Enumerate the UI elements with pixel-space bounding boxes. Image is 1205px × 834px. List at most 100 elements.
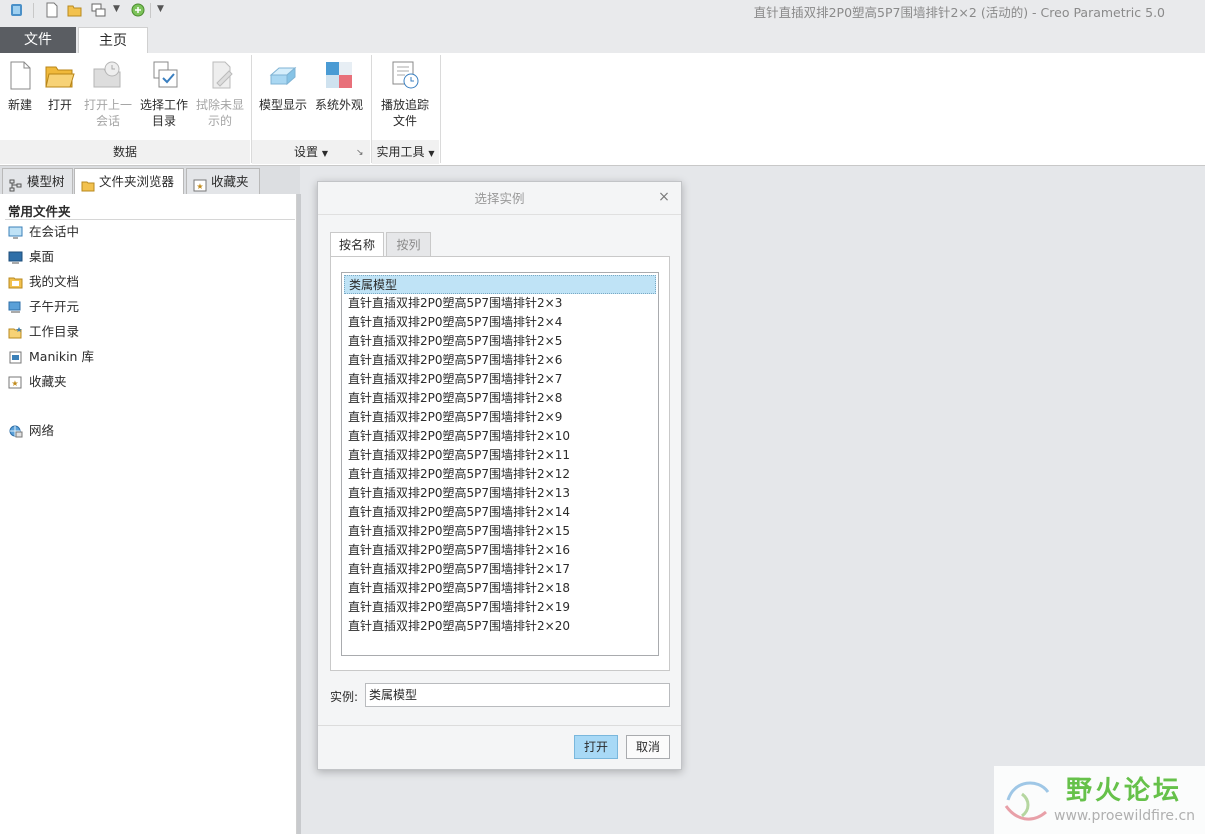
model-tree-icon <box>9 175 23 192</box>
close-icon[interactable]: × <box>657 190 671 204</box>
group-label-settings: 设置 <box>294 145 319 159</box>
group-divider <box>440 55 441 163</box>
list-item[interactable]: 直针直插双排2P0塑高5P7围墙排针2×7 <box>344 370 656 389</box>
list-item[interactable]: 直针直插双排2P0塑高5P7围墙排针2×11 <box>344 446 656 465</box>
app-icon[interactable] <box>9 2 25 18</box>
new-icon[interactable] <box>44 2 60 18</box>
open-button[interactable]: 打开 <box>574 735 618 759</box>
open-icon[interactable] <box>67 2 83 18</box>
last-session-icon <box>92 59 124 91</box>
folder-item-in-session[interactable]: 在会话中 <box>8 222 79 242</box>
list-item[interactable]: 直针直插双排2P0塑高5P7围墙排针2×20 <box>344 617 656 636</box>
model-display-icon <box>267 59 299 91</box>
dialog-divider <box>318 725 681 726</box>
window-title: 直针直插双排2P0塑高5P7围墙排针2×2 (活动的) - Creo Param… <box>753 5 1165 20</box>
monitor-icon <box>8 225 23 239</box>
ribbon-tab-row <box>0 22 1205 54</box>
new-button[interactable]: 新建 <box>3 53 37 113</box>
windows-icon[interactable] <box>91 2 107 18</box>
list-item[interactable]: 直针直插双排2P0塑高5P7围墙排针2×9 <box>344 408 656 427</box>
list-item[interactable]: 直针直插双排2P0塑高5P7围墙排针2×12 <box>344 465 656 484</box>
open-last-session-button[interactable]: 打开上一会话 <box>82 53 134 129</box>
erase-icon <box>204 59 236 91</box>
favorites-tab-icon: ★ <box>193 175 207 192</box>
folder-item-computer[interactable]: 子午开元 <box>8 297 79 317</box>
tab-by-column[interactable]: 按列 <box>386 232 431 256</box>
folder-item-manikin-library[interactable]: Manikin 库 <box>8 347 94 367</box>
tab-home[interactable]: 主页 <box>78 27 148 54</box>
desktop-icon <box>8 250 23 264</box>
divider <box>5 219 295 220</box>
regenerate-icon[interactable] <box>130 2 146 18</box>
ribbon: 新建 打开 打开上一会话 选择工作目录 拭除未显示的 数据 模型显示 系统外观 … <box>0 53 1205 166</box>
list-item[interactable]: 直针直插双排2P0塑高5P7围墙排针2×13 <box>344 484 656 503</box>
list-item[interactable]: 直针直插双排2P0塑高5P7围墙排针2×16 <box>344 541 656 560</box>
model-display-button[interactable]: 模型显示 <box>256 53 310 113</box>
customize-icon[interactable]: ▼ <box>157 4 164 14</box>
group-label-data: 数据 <box>0 140 250 164</box>
watermark-url: www.proewildfire.cn <box>1054 808 1196 824</box>
list-item[interactable]: 直针直插双排2P0塑高5P7围墙排针2×15 <box>344 522 656 541</box>
dialog-launcher-icon[interactable]: ↘ <box>356 148 364 158</box>
network-icon <box>8 424 23 438</box>
folder-item-desktop[interactable]: 桌面 <box>8 247 54 267</box>
library-icon <box>8 350 23 364</box>
dialog-title: 选择实例 <box>318 182 681 215</box>
toolbar-divider <box>33 3 34 18</box>
chevron-down-icon: ▼ <box>321 149 328 158</box>
instance-field[interactable]: 类属模型 <box>365 683 670 707</box>
open-button[interactable]: 打开 <box>43 53 77 113</box>
list-item[interactable]: 直针直插双排2P0塑高5P7围墙排针2×5 <box>344 332 656 351</box>
watermark-logo-icon <box>998 772 1060 833</box>
list-item[interactable]: 直针直插双排2P0塑高5P7围墙排针2×3 <box>344 294 656 313</box>
list-item[interactable]: 直针直插双排2P0塑高5P7围墙排针2×4 <box>344 313 656 332</box>
open-folder-icon <box>44 59 76 91</box>
panel-splitter[interactable] <box>297 194 301 834</box>
system-appearance-button[interactable]: 系统外观 <box>312 53 366 113</box>
common-folders-heading: 常用文件夹 <box>8 204 71 219</box>
list-item[interactable]: 直针直插双排2P0塑高5P7围墙排针2×10 <box>344 427 656 446</box>
svg-text:★: ★ <box>11 379 18 388</box>
documents-icon <box>8 275 23 289</box>
chevron-down-icon: ▼ <box>428 149 435 158</box>
tab-folder-browser[interactable]: 文件夹浏览器 <box>74 168 184 195</box>
tab-favorites[interactable]: ★ 收藏夹 <box>186 168 260 194</box>
tab-by-name[interactable]: 按名称 <box>330 232 384 257</box>
list-item[interactable]: 直针直插双排2P0塑高5P7围墙排针2×19 <box>344 598 656 617</box>
play-trail-icon <box>389 59 421 91</box>
computer-icon <box>8 300 23 313</box>
folder-browser-icon <box>81 175 95 192</box>
group-label-utilities: 实用工具 <box>376 145 425 159</box>
folder-item-network[interactable]: 网络 <box>8 421 54 441</box>
list-item[interactable]: 直针直插双排2P0塑高5P7围墙排针2×14 <box>344 503 656 522</box>
watermark: 野火论坛 www.proewildfire.cn <box>994 766 1205 834</box>
tab-model-tree[interactable]: 模型树 <box>2 168 73 194</box>
cancel-button[interactable]: 取消 <box>626 735 670 759</box>
folder-item-working-dir[interactable]: 工作目录 <box>8 322 79 342</box>
instance-label: 实例: <box>330 690 359 704</box>
working-dir-icon <box>148 59 180 91</box>
utilities-group-label[interactable]: 实用工具 ▼ <box>372 140 439 164</box>
instance-list[interactable]: 类属模型 直针直插双排2P0塑高5P7围墙排针2×3 直针直插双排2P0塑高5P7围… <box>341 272 659 656</box>
erase-not-displayed-button[interactable]: 拭除未显示的 <box>194 53 246 129</box>
svg-text:★: ★ <box>196 182 203 191</box>
tab-file[interactable]: 文件 <box>0 27 76 53</box>
watermark-brand: 野火论坛 <box>1066 776 1183 806</box>
toolbar-divider <box>150 3 151 18</box>
list-item[interactable]: 类属模型 <box>344 275 656 294</box>
working-dir-icon <box>8 325 23 339</box>
favorites-icon: ★ <box>8 375 23 389</box>
list-item[interactable]: 直针直插双排2P0塑高5P7围墙排针2×18 <box>344 579 656 598</box>
list-item[interactable]: 直针直插双排2P0塑高5P7围墙排针2×17 <box>344 560 656 579</box>
system-appearance-icon <box>323 59 355 91</box>
new-file-icon <box>4 59 36 91</box>
dropdown-icon[interactable]: ▼ <box>113 4 120 14</box>
title-bar: ▼ ▼ 直针直插双排2P0塑高5P7围墙排针2×2 (活动的) - Creo P… <box>0 0 1205 22</box>
play-trail-button[interactable]: 播放追踪文件 <box>376 53 434 129</box>
list-item[interactable]: 直针直插双排2P0塑高5P7围墙排针2×6 <box>344 351 656 370</box>
folder-item-favorites[interactable]: ★ 收藏夹 <box>8 372 67 392</box>
list-item[interactable]: 直针直插双排2P0塑高5P7围墙排针2×8 <box>344 389 656 408</box>
settings-group-label[interactable]: 设置 ▼ <box>252 140 370 164</box>
select-working-dir-button[interactable]: 选择工作目录 <box>138 53 190 129</box>
folder-item-my-documents[interactable]: 我的文档 <box>8 272 79 292</box>
